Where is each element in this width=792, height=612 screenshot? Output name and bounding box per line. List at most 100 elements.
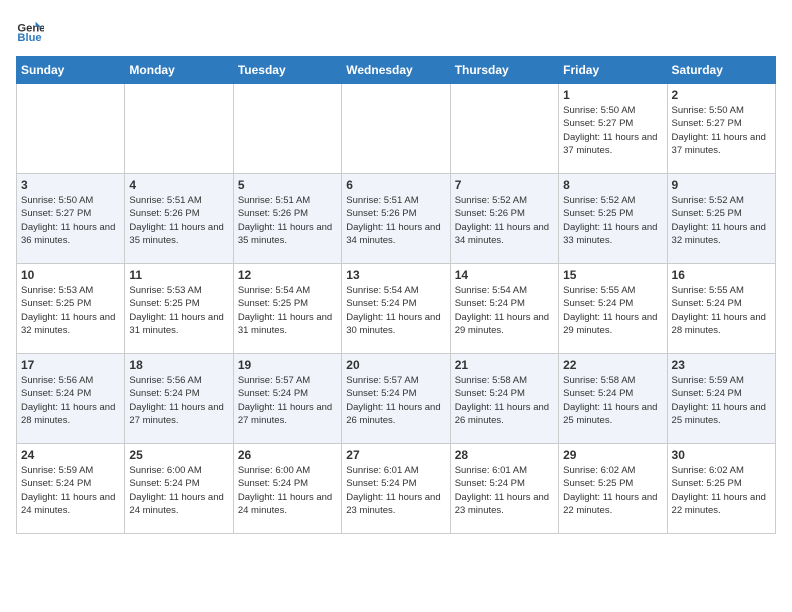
calendar-week-row: 1 Sunrise: 5:50 AM Sunset: 5:27 PM Dayli… — [17, 84, 776, 174]
sunset-text: Sunset: 5:24 PM — [455, 388, 525, 399]
calendar-cell: 2 Sunrise: 5:50 AM Sunset: 5:27 PM Dayli… — [667, 84, 775, 174]
calendar-cell: 6 Sunrise: 5:51 AM Sunset: 5:26 PM Dayli… — [342, 174, 450, 264]
daylight-text: Daylight: 11 hours and 24 minutes. — [21, 492, 115, 516]
daylight-text: Daylight: 11 hours and 36 minutes. — [21, 222, 115, 246]
weekday-header-saturday: Saturday — [667, 57, 775, 84]
sunrise-text: Sunrise: 5:54 AM — [346, 285, 418, 296]
sunrise-text: Sunrise: 5:56 AM — [129, 375, 201, 386]
sunrise-text: Sunrise: 6:02 AM — [563, 465, 635, 476]
day-info: Sunrise: 6:01 AM Sunset: 5:24 PM Dayligh… — [346, 464, 445, 517]
sunrise-text: Sunrise: 5:54 AM — [238, 285, 310, 296]
day-number: 25 — [129, 448, 228, 462]
daylight-text: Daylight: 11 hours and 33 minutes. — [563, 222, 657, 246]
day-info: Sunrise: 5:52 AM Sunset: 5:25 PM Dayligh… — [563, 194, 662, 247]
day-info: Sunrise: 5:59 AM Sunset: 5:24 PM Dayligh… — [21, 464, 120, 517]
sunrise-text: Sunrise: 5:56 AM — [21, 375, 93, 386]
day-info: Sunrise: 5:51 AM Sunset: 5:26 PM Dayligh… — [346, 194, 445, 247]
sunrise-text: Sunrise: 5:55 AM — [563, 285, 635, 296]
daylight-text: Daylight: 11 hours and 37 minutes. — [672, 132, 766, 156]
daylight-text: Daylight: 11 hours and 37 minutes. — [563, 132, 657, 156]
calendar-body: 1 Sunrise: 5:50 AM Sunset: 5:27 PM Dayli… — [17, 84, 776, 534]
sunset-text: Sunset: 5:27 PM — [563, 118, 633, 129]
day-info: Sunrise: 5:50 AM Sunset: 5:27 PM Dayligh… — [563, 104, 662, 157]
logo-icon: General Blue — [16, 16, 44, 44]
sunset-text: Sunset: 5:24 PM — [21, 388, 91, 399]
sunrise-text: Sunrise: 5:59 AM — [672, 375, 744, 386]
day-info: Sunrise: 5:50 AM Sunset: 5:27 PM Dayligh… — [672, 104, 771, 157]
day-number: 18 — [129, 358, 228, 372]
calendar-cell: 9 Sunrise: 5:52 AM Sunset: 5:25 PM Dayli… — [667, 174, 775, 264]
calendar-cell: 20 Sunrise: 5:57 AM Sunset: 5:24 PM Dayl… — [342, 354, 450, 444]
calendar-cell: 3 Sunrise: 5:50 AM Sunset: 5:27 PM Dayli… — [17, 174, 125, 264]
calendar-cell: 12 Sunrise: 5:54 AM Sunset: 5:25 PM Dayl… — [233, 264, 341, 354]
sunset-text: Sunset: 5:26 PM — [455, 208, 525, 219]
daylight-text: Daylight: 11 hours and 32 minutes. — [21, 312, 115, 336]
sunset-text: Sunset: 5:24 PM — [129, 478, 199, 489]
sunset-text: Sunset: 5:25 PM — [672, 208, 742, 219]
calendar-cell: 27 Sunrise: 6:01 AM Sunset: 5:24 PM Dayl… — [342, 444, 450, 534]
calendar-week-row: 24 Sunrise: 5:59 AM Sunset: 5:24 PM Dayl… — [17, 444, 776, 534]
day-number: 3 — [21, 178, 120, 192]
day-number: 14 — [455, 268, 554, 282]
day-number: 19 — [238, 358, 337, 372]
sunrise-text: Sunrise: 5:52 AM — [455, 195, 527, 206]
sunset-text: Sunset: 5:25 PM — [21, 298, 91, 309]
sunset-text: Sunset: 5:26 PM — [238, 208, 308, 219]
daylight-text: Daylight: 11 hours and 22 minutes. — [563, 492, 657, 516]
day-number: 2 — [672, 88, 771, 102]
calendar-cell: 1 Sunrise: 5:50 AM Sunset: 5:27 PM Dayli… — [559, 84, 667, 174]
sunset-text: Sunset: 5:24 PM — [346, 298, 416, 309]
weekday-header-monday: Monday — [125, 57, 233, 84]
sunset-text: Sunset: 5:24 PM — [563, 298, 633, 309]
daylight-text: Daylight: 11 hours and 31 minutes. — [129, 312, 223, 336]
day-number: 10 — [21, 268, 120, 282]
sunset-text: Sunset: 5:25 PM — [129, 298, 199, 309]
sunset-text: Sunset: 5:24 PM — [346, 388, 416, 399]
day-number: 24 — [21, 448, 120, 462]
day-number: 26 — [238, 448, 337, 462]
day-info: Sunrise: 5:53 AM Sunset: 5:25 PM Dayligh… — [129, 284, 228, 337]
calendar-cell: 11 Sunrise: 5:53 AM Sunset: 5:25 PM Dayl… — [125, 264, 233, 354]
day-info: Sunrise: 5:53 AM Sunset: 5:25 PM Dayligh… — [21, 284, 120, 337]
sunset-text: Sunset: 5:24 PM — [455, 298, 525, 309]
day-info: Sunrise: 5:52 AM Sunset: 5:26 PM Dayligh… — [455, 194, 554, 247]
day-number: 1 — [563, 88, 662, 102]
day-number: 4 — [129, 178, 228, 192]
day-number: 6 — [346, 178, 445, 192]
sunset-text: Sunset: 5:26 PM — [129, 208, 199, 219]
sunset-text: Sunset: 5:26 PM — [346, 208, 416, 219]
daylight-text: Daylight: 11 hours and 27 minutes. — [238, 402, 332, 426]
day-info: Sunrise: 6:02 AM Sunset: 5:25 PM Dayligh… — [563, 464, 662, 517]
sunrise-text: Sunrise: 6:01 AM — [455, 465, 527, 476]
sunrise-text: Sunrise: 5:51 AM — [129, 195, 201, 206]
calendar-cell: 29 Sunrise: 6:02 AM Sunset: 5:25 PM Dayl… — [559, 444, 667, 534]
sunrise-text: Sunrise: 5:52 AM — [672, 195, 744, 206]
calendar-cell: 22 Sunrise: 5:58 AM Sunset: 5:24 PM Dayl… — [559, 354, 667, 444]
sunrise-text: Sunrise: 5:57 AM — [238, 375, 310, 386]
sunrise-text: Sunrise: 5:50 AM — [672, 105, 744, 116]
daylight-text: Daylight: 11 hours and 29 minutes. — [455, 312, 549, 336]
sunset-text: Sunset: 5:25 PM — [563, 208, 633, 219]
daylight-text: Daylight: 11 hours and 32 minutes. — [672, 222, 766, 246]
sunrise-text: Sunrise: 5:51 AM — [238, 195, 310, 206]
day-info: Sunrise: 6:02 AM Sunset: 5:25 PM Dayligh… — [672, 464, 771, 517]
day-info: Sunrise: 5:52 AM Sunset: 5:25 PM Dayligh… — [672, 194, 771, 247]
calendar-week-row: 3 Sunrise: 5:50 AM Sunset: 5:27 PM Dayli… — [17, 174, 776, 264]
day-number: 27 — [346, 448, 445, 462]
sunrise-text: Sunrise: 5:57 AM — [346, 375, 418, 386]
day-info: Sunrise: 5:56 AM Sunset: 5:24 PM Dayligh… — [21, 374, 120, 427]
daylight-text: Daylight: 11 hours and 24 minutes. — [238, 492, 332, 516]
sunset-text: Sunset: 5:27 PM — [21, 208, 91, 219]
calendar-table: SundayMondayTuesdayWednesdayThursdayFrid… — [16, 56, 776, 534]
calendar-cell: 26 Sunrise: 6:00 AM Sunset: 5:24 PM Dayl… — [233, 444, 341, 534]
day-number: 30 — [672, 448, 771, 462]
sunrise-text: Sunrise: 5:50 AM — [563, 105, 635, 116]
sunrise-text: Sunrise: 5:58 AM — [455, 375, 527, 386]
sunrise-text: Sunrise: 5:53 AM — [21, 285, 93, 296]
day-info: Sunrise: 6:00 AM Sunset: 5:24 PM Dayligh… — [129, 464, 228, 517]
day-number: 15 — [563, 268, 662, 282]
day-number: 16 — [672, 268, 771, 282]
daylight-text: Daylight: 11 hours and 23 minutes. — [455, 492, 549, 516]
calendar-cell: 28 Sunrise: 6:01 AM Sunset: 5:24 PM Dayl… — [450, 444, 558, 534]
calendar-cell: 19 Sunrise: 5:57 AM Sunset: 5:24 PM Dayl… — [233, 354, 341, 444]
